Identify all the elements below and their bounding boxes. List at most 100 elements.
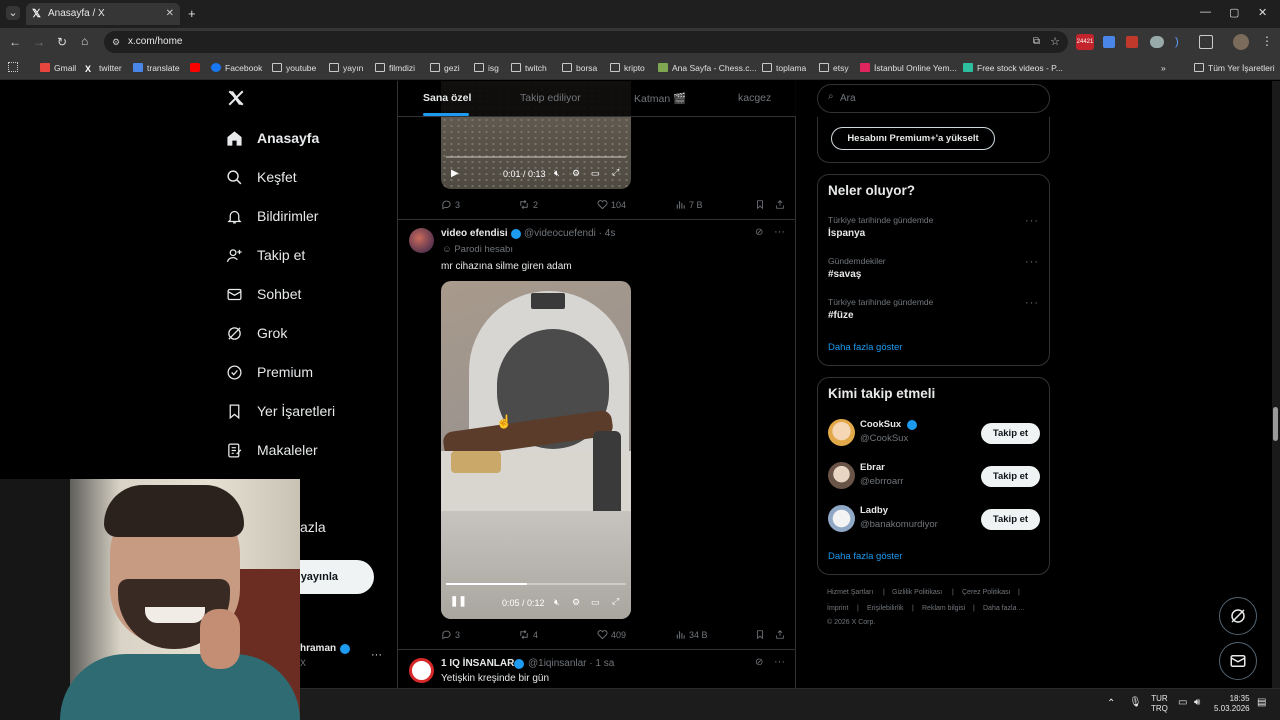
restore-button[interactable]: ▢ [1229,6,1239,19]
post-more-icon[interactable]: ··· [774,226,785,238]
x-logo-icon[interactable] [227,89,247,109]
views-button[interactable]: 34 B [675,629,708,641]
reply-button[interactable]: 3 [441,629,460,641]
home-browser-icon[interactable]: ⌂ [81,34,88,48]
pip-icon[interactable]: ▭ [591,168,600,179]
bookmark-translate[interactable]: translate [133,61,180,75]
translate-extension-icon[interactable] [1103,36,1115,48]
vpn-extension-icon[interactable] [1150,36,1164,48]
reload-icon[interactable]: ↻ [57,35,67,49]
address-bar[interactable]: ⚙ x.com/home ⧉ ☆ [104,31,1068,53]
play-icon[interactable]: ▶ [451,168,459,179]
extension-badge[interactable]: 24421 [1076,34,1094,50]
sidebar-item-home[interactable]: Anasayfa [226,123,319,153]
all-bookmarks[interactable]: Tüm Yer İşaretleri [1194,61,1275,75]
footer-link[interactable]: Hizmet Şartları [827,589,873,596]
post2-video[interactable]: ❚❚ 0:05 / 0:12 🔇︎ ⚙ ▭ ⤢ [441,281,631,619]
profile-name[interactable]: hraman [300,643,336,654]
follow-button[interactable]: Takip et [981,509,1040,530]
star-icon[interactable]: ☆ [1050,31,1060,53]
author-name[interactable]: 1 IQ İNSANLAR [441,658,514,669]
forward-icon[interactable]: → [33,35,45,49]
browser-menu-icon[interactable]: ⋮ [1261,34,1273,48]
settings-icon[interactable]: ⚙ [572,597,580,608]
footer-link[interactable]: Erişilebilirlik [867,605,904,612]
bookmark-youtube-icon-only[interactable] [190,61,204,75]
footer-more-link[interactable]: Daha fazla ... [983,605,1024,612]
trends-show-more-link[interactable]: Daha fazla göster [828,342,902,353]
video-progress-track[interactable] [446,583,626,585]
input-language[interactable]: TUR TRQ [1151,694,1168,714]
follow-suggestion[interactable]: Ladby @banakomurdiyor Takip et [818,502,1049,540]
footer-link[interactable]: Çerez Politikası [962,589,1011,596]
fullscreen-icon[interactable]: ⤢ [612,167,619,178]
trend-item[interactable]: Türkiye tarihinde gündemde #füze ··· [818,293,1049,333]
trend-item[interactable]: Gündemdekiler #savaş ··· [818,252,1049,292]
back-icon[interactable]: ← [9,35,21,49]
tab-katman[interactable]: Katman 🎬 [634,92,686,105]
bookmark-folder-gezi[interactable]: gezi [430,61,460,75]
follow-suggestion[interactable]: CookSux @CookSux Takip et [818,416,1049,454]
pause-icon[interactable]: ❚❚ [450,596,467,607]
bookmark-folder-isg[interactable]: isg [474,61,499,75]
follow-button[interactable]: Takip et [981,466,1040,487]
like-button[interactable]: 409 [597,629,626,641]
apps-grid-icon[interactable] [8,62,18,72]
trend-more-icon[interactable]: ··· [1025,297,1039,309]
mute-icon[interactable]: 🔇︎ [554,597,560,608]
profile-more-icon[interactable]: ··· [371,649,382,661]
sidebar-item-bookmarks[interactable]: Yer İşaretleri [226,396,335,426]
bookmark-post-icon[interactable] [755,199,768,211]
author-name[interactable]: video efendisi [441,228,508,239]
grok-fab-button[interactable] [1219,597,1257,635]
site-info-icon[interactable]: ⚙ [112,31,120,53]
microphone-icon[interactable]: 🎙︎ [1129,697,1142,708]
close-tab-icon[interactable]: ✕ [166,3,174,25]
share-icon[interactable] [775,199,788,211]
mute-icon[interactable]: 🔇︎ [554,168,560,179]
extensions-puzzle-icon[interactable] [1199,35,1213,49]
grok-post-icon[interactable]: ⊘ [755,657,763,668]
fullscreen-icon[interactable]: ⤢ [612,596,619,607]
notifications-icon[interactable]: ▤ [1257,697,1266,708]
tab-for-you[interactable]: Sana özel [423,92,471,104]
bookmark-folder-etsy[interactable]: etsy [819,61,849,75]
bookmark-chess[interactable]: Ana Sayfa - Chess.c... [658,61,757,75]
messages-fab-button[interactable] [1219,642,1257,680]
tray-overflow-icon[interactable]: ⌃ [1107,698,1115,709]
video-progress-track[interactable] [446,156,626,158]
pip-icon[interactable]: ▭ [591,597,600,608]
footer-link[interactable]: Gizlilik Politikası [892,589,942,596]
profile-avatar[interactable] [1233,34,1249,50]
bookmark-folder-toplama[interactable]: toplama [762,61,806,75]
minimize-button[interactable]: — [1200,6,1211,18]
post-more-icon[interactable]: ··· [774,656,785,668]
bookmark-post-icon[interactable] [755,629,768,641]
bookmark-folder-kripto[interactable]: kripto [610,61,645,75]
new-tab-button[interactable]: + [188,6,196,21]
repost-button[interactable]: 2 [518,199,538,211]
follow-suggestion[interactable]: Ebrar @ebrroarr Takip et [818,459,1049,497]
tab-kacgez[interactable]: kacgez [738,92,771,104]
page-scrollbar[interactable] [1272,81,1280,688]
avatar[interactable] [409,228,434,253]
window-close-button[interactable]: ✕ [1258,6,1267,19]
trend-more-icon[interactable]: ··· [1025,215,1039,227]
network-icon[interactable]: ▭ [1178,697,1187,708]
volume-icon[interactable]: 🔊︎ [1194,697,1200,708]
sidebar-item-explore[interactable]: Keşfet [226,162,297,192]
share-icon[interactable] [775,629,788,641]
grok-post-icon[interactable]: ⊘ [755,227,763,238]
follow-button[interactable]: Takip et [981,423,1040,444]
sidebar-item-chat[interactable]: Sohbet [226,279,301,309]
browser-tab[interactable]: 𝕏 Anasayfa / X ✕ [26,3,180,25]
sidebar-item-articles[interactable]: Makaleler [226,435,318,465]
bookmark-istanbul[interactable]: İstanbul Online Yem... [860,61,957,75]
author-handle[interactable]: @1iqinsanlar · 1 sa [528,658,614,669]
footer-link[interactable]: Reklam bilgisi [922,605,965,612]
author-handle[interactable]: @videocuefendi · 4s [524,228,615,239]
install-app-icon[interactable]: ⧉ [1033,31,1040,53]
adblock-extension-icon[interactable] [1126,36,1138,48]
bookmark-stock-videos[interactable]: Free stock videos - P... [963,61,1063,75]
trend-item[interactable]: Türkiye tarihinde gündemde İspanya ··· [818,211,1049,251]
